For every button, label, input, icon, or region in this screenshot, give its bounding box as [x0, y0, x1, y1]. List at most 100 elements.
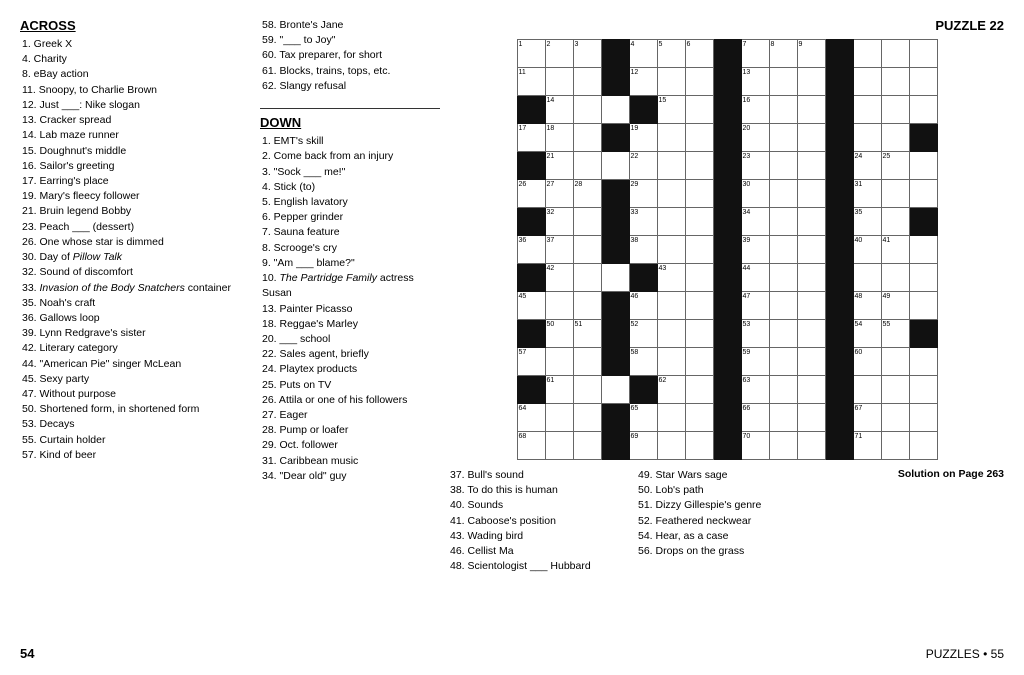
- grid-cell[interactable]: [769, 348, 797, 376]
- grid-cell[interactable]: 39: [741, 236, 769, 264]
- grid-cell[interactable]: 34: [741, 208, 769, 236]
- grid-cell[interactable]: 46: [629, 292, 657, 320]
- grid-cell[interactable]: 23: [741, 152, 769, 180]
- grid-cell[interactable]: [657, 124, 685, 152]
- grid-cell[interactable]: [881, 376, 909, 404]
- grid-cell[interactable]: [853, 124, 881, 152]
- grid-cell[interactable]: [881, 348, 909, 376]
- grid-cell[interactable]: [769, 376, 797, 404]
- grid-cell[interactable]: 28: [573, 180, 601, 208]
- grid-cell[interactable]: 62: [657, 376, 685, 404]
- grid-cell[interactable]: [657, 68, 685, 96]
- grid-cell[interactable]: [797, 96, 825, 124]
- grid-cell[interactable]: 25: [881, 152, 909, 180]
- grid-cell[interactable]: 42: [545, 264, 573, 292]
- grid-cell[interactable]: [685, 376, 713, 404]
- grid-cell[interactable]: [573, 96, 601, 124]
- grid-cell[interactable]: [881, 180, 909, 208]
- grid-cell[interactable]: [797, 236, 825, 264]
- grid-cell[interactable]: [769, 432, 797, 460]
- grid-cell[interactable]: 30: [741, 180, 769, 208]
- grid-cell[interactable]: [685, 292, 713, 320]
- grid-cell[interactable]: [909, 96, 937, 124]
- grid-cell[interactable]: [573, 292, 601, 320]
- grid-cell[interactable]: [573, 376, 601, 404]
- grid-cell[interactable]: 44: [741, 264, 769, 292]
- grid-cell[interactable]: [545, 348, 573, 376]
- grid-cell[interactable]: 54: [853, 320, 881, 348]
- grid-cell[interactable]: [797, 320, 825, 348]
- grid-cell[interactable]: [601, 264, 629, 292]
- grid-cell[interactable]: [769, 292, 797, 320]
- grid-cell[interactable]: 5: [657, 40, 685, 68]
- grid-cell[interactable]: [797, 264, 825, 292]
- grid-cell[interactable]: 14: [545, 96, 573, 124]
- grid-cell[interactable]: [573, 348, 601, 376]
- grid-cell[interactable]: [573, 124, 601, 152]
- grid-cell[interactable]: 7: [741, 40, 769, 68]
- grid-cell[interactable]: [853, 264, 881, 292]
- grid-cell[interactable]: 31: [853, 180, 881, 208]
- grid-cell[interactable]: [909, 152, 937, 180]
- grid-cell[interactable]: 1: [517, 40, 545, 68]
- grid-cell[interactable]: [573, 208, 601, 236]
- grid-cell[interactable]: [909, 40, 937, 68]
- grid-cell[interactable]: 55: [881, 320, 909, 348]
- grid-cell[interactable]: [769, 68, 797, 96]
- grid-cell[interactable]: [797, 152, 825, 180]
- grid-cell[interactable]: 15: [657, 96, 685, 124]
- grid-cell[interactable]: [601, 152, 629, 180]
- grid-cell[interactable]: [853, 96, 881, 124]
- grid-cell[interactable]: [797, 208, 825, 236]
- grid-cell[interactable]: 8: [769, 40, 797, 68]
- grid-cell[interactable]: [769, 96, 797, 124]
- grid-cell[interactable]: [769, 236, 797, 264]
- grid-cell[interactable]: [853, 376, 881, 404]
- grid-cell[interactable]: [657, 292, 685, 320]
- grid-cell[interactable]: 38: [629, 236, 657, 264]
- grid-cell[interactable]: 36: [517, 236, 545, 264]
- grid-cell[interactable]: 11: [517, 68, 545, 96]
- grid-cell[interactable]: 37: [545, 236, 573, 264]
- grid-cell[interactable]: [685, 236, 713, 264]
- grid-cell[interactable]: 27: [545, 180, 573, 208]
- grid-cell[interactable]: 66: [741, 404, 769, 432]
- grid-cell[interactable]: 6: [685, 40, 713, 68]
- grid-cell[interactable]: 65: [629, 404, 657, 432]
- grid-cell[interactable]: [909, 432, 937, 460]
- grid-cell[interactable]: 24: [853, 152, 881, 180]
- grid-cell[interactable]: 70: [741, 432, 769, 460]
- grid-cell[interactable]: 48: [853, 292, 881, 320]
- grid-cell[interactable]: 29: [629, 180, 657, 208]
- grid-cell[interactable]: [685, 68, 713, 96]
- grid-cell[interactable]: [909, 292, 937, 320]
- grid-cell[interactable]: 16: [741, 96, 769, 124]
- grid-cell[interactable]: 51: [573, 320, 601, 348]
- grid-cell[interactable]: [797, 292, 825, 320]
- grid-cell[interactable]: [769, 404, 797, 432]
- grid-cell[interactable]: [685, 404, 713, 432]
- grid-cell[interactable]: [685, 124, 713, 152]
- grid-cell[interactable]: [573, 68, 601, 96]
- grid-cell[interactable]: [545, 404, 573, 432]
- grid-cell[interactable]: [657, 320, 685, 348]
- grid-cell[interactable]: [545, 432, 573, 460]
- grid-cell[interactable]: 20: [741, 124, 769, 152]
- grid-cell[interactable]: [685, 348, 713, 376]
- grid-cell[interactable]: 52: [629, 320, 657, 348]
- grid-cell[interactable]: [909, 180, 937, 208]
- grid-cell[interactable]: [685, 208, 713, 236]
- grid-cell[interactable]: [853, 40, 881, 68]
- grid-cell[interactable]: [601, 96, 629, 124]
- grid-cell[interactable]: 59: [741, 348, 769, 376]
- grid-cell[interactable]: [909, 264, 937, 292]
- grid-cell[interactable]: [797, 404, 825, 432]
- grid-cell[interactable]: 26: [517, 180, 545, 208]
- grid-cell[interactable]: [657, 432, 685, 460]
- grid-cell[interactable]: 45: [517, 292, 545, 320]
- grid-cell[interactable]: [657, 180, 685, 208]
- grid-cell[interactable]: [881, 404, 909, 432]
- grid-cell[interactable]: [601, 376, 629, 404]
- grid-cell[interactable]: [573, 152, 601, 180]
- grid-cell[interactable]: [657, 152, 685, 180]
